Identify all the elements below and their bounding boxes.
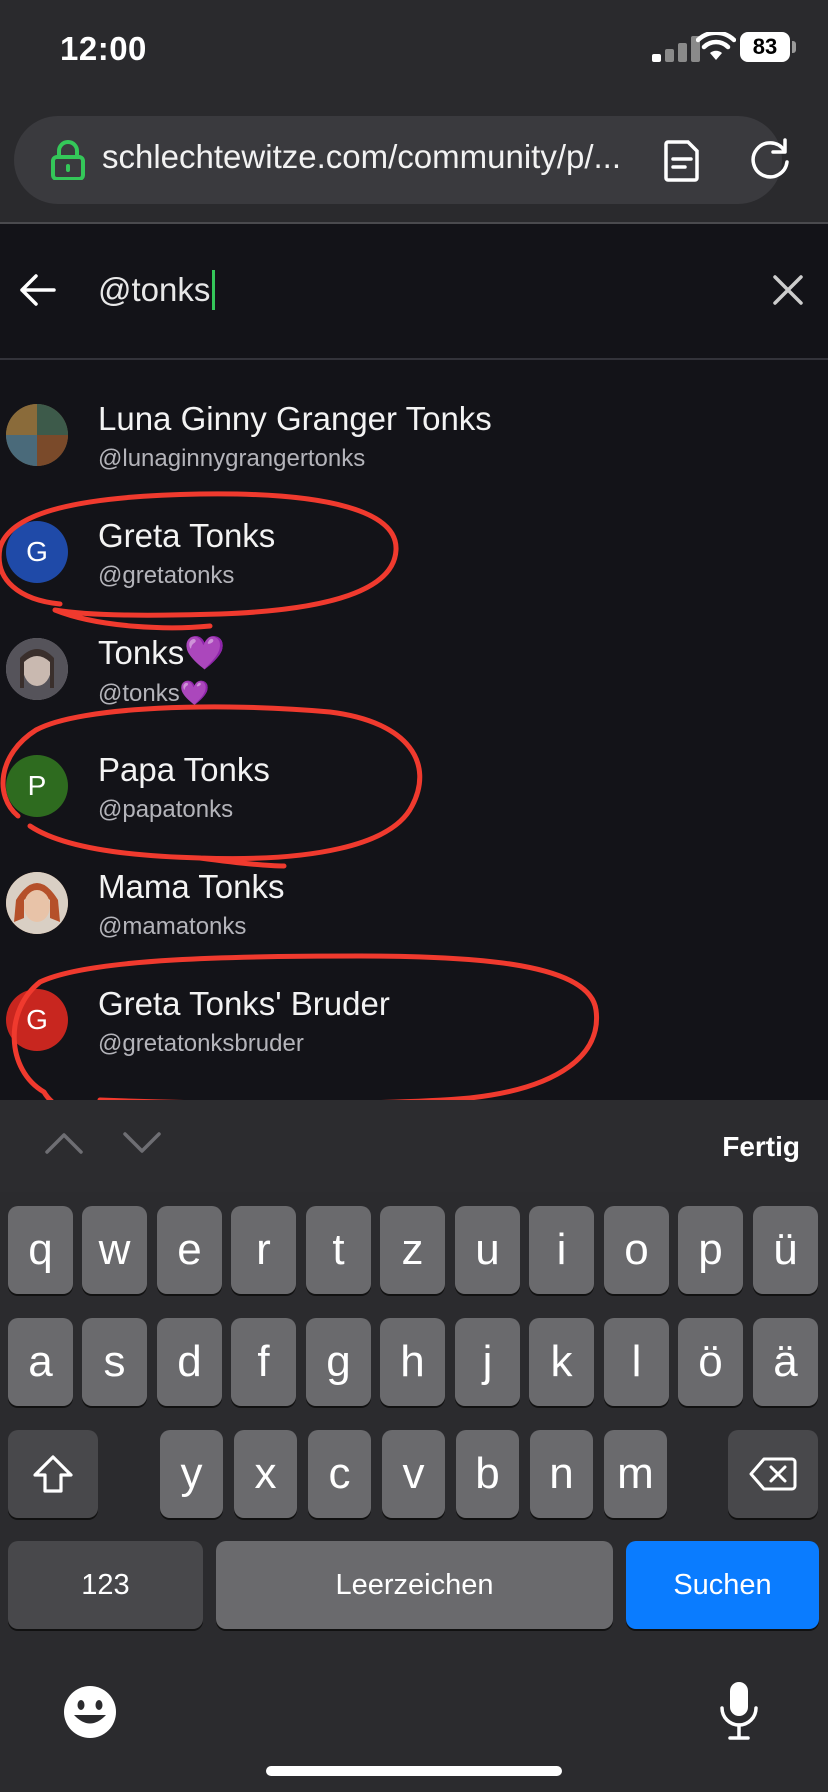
reload-icon[interactable]: [748, 138, 792, 182]
status-time: 12:00: [60, 30, 147, 67]
url-text[interactable]: schlechtewitze.com/community/p/...: [102, 138, 621, 176]
result-name: Mama Tonks: [98, 868, 285, 905]
shift-key[interactable]: [8, 1430, 98, 1518]
key[interactable]: t: [306, 1206, 371, 1294]
key[interactable]: m: [604, 1430, 667, 1518]
result-handle: @gretatonks: [98, 562, 235, 589]
key[interactable]: v: [382, 1430, 445, 1518]
avatar: [6, 404, 68, 466]
key[interactable]: q: [8, 1206, 73, 1294]
result-name: Greta Tonks' Bruder: [98, 985, 390, 1022]
result-handle: @lunaginnygrangertonks: [98, 445, 366, 472]
result-item[interactable]: P Papa Tonks @papatonks: [0, 731, 828, 848]
emoji-icon[interactable]: [62, 1684, 118, 1740]
result-handle: @papatonks: [98, 796, 234, 823]
reader-mode-icon[interactable]: [664, 140, 700, 182]
result-handle: @tonks💜: [98, 680, 210, 707]
key[interactable]: e: [157, 1206, 222, 1294]
key[interactable]: ü: [753, 1206, 818, 1294]
key[interactable]: y: [160, 1430, 223, 1518]
done-button[interactable]: Fertig: [690, 1126, 800, 1168]
result-item[interactable]: Mama Tonks @mamatonks: [0, 848, 828, 965]
lock-icon: [51, 140, 85, 180]
avatar: G: [6, 989, 68, 1051]
result-handle: @mamatonks: [98, 913, 247, 940]
space-key[interactable]: Leerzeichen: [216, 1541, 613, 1629]
battery-nub: [792, 41, 796, 53]
search-query: @tonks: [98, 271, 211, 308]
key[interactable]: n: [530, 1430, 593, 1518]
avatar: [6, 872, 68, 934]
search-input[interactable]: @tonks: [98, 270, 216, 310]
key[interactable]: o: [604, 1206, 669, 1294]
clear-icon[interactable]: [770, 272, 806, 308]
key[interactable]: ö: [678, 1318, 743, 1406]
key[interactable]: a: [8, 1318, 73, 1406]
key[interactable]: x: [234, 1430, 297, 1518]
battery-indicator: 83: [740, 32, 790, 62]
shift-icon: [33, 1455, 73, 1493]
key[interactable]: u: [455, 1206, 520, 1294]
result-item[interactable]: Luna Ginny Granger Tonks @lunaginnygrang…: [0, 380, 828, 497]
avatar: P: [6, 755, 68, 817]
backspace-key[interactable]: [728, 1430, 818, 1518]
chevron-up-icon[interactable]: [44, 1130, 84, 1156]
result-item[interactable]: Tonks💜 @tonks💜: [0, 614, 828, 731]
result-name: Luna Ginny Granger Tonks: [98, 400, 492, 437]
key[interactable]: w: [82, 1206, 147, 1294]
key[interactable]: j: [455, 1318, 520, 1406]
key[interactable]: c: [308, 1430, 371, 1518]
home-indicator: [266, 1766, 562, 1776]
key[interactable]: p: [678, 1206, 743, 1294]
key[interactable]: s: [82, 1318, 147, 1406]
key[interactable]: l: [604, 1318, 669, 1406]
avatar: G: [6, 521, 68, 583]
back-arrow-icon[interactable]: [18, 270, 58, 310]
key[interactable]: z: [380, 1206, 445, 1294]
result-name: Papa Tonks: [98, 751, 270, 788]
chevron-down-icon[interactable]: [122, 1130, 162, 1156]
key[interactable]: h: [380, 1318, 445, 1406]
key[interactable]: d: [157, 1318, 222, 1406]
key[interactable]: b: [456, 1430, 519, 1518]
microphone-icon[interactable]: [718, 1680, 760, 1742]
result-item[interactable]: G Greta Tonks' Bruder @gretatonksbruder: [0, 965, 828, 1082]
backspace-icon: [749, 1457, 797, 1491]
divider: [0, 358, 828, 360]
key[interactable]: i: [529, 1206, 594, 1294]
key[interactable]: g: [306, 1318, 371, 1406]
avatar: [6, 638, 68, 700]
wifi-icon: [696, 32, 736, 60]
result-item[interactable]: G Greta Tonks @gretatonks: [0, 497, 828, 614]
key[interactable]: r: [231, 1206, 296, 1294]
result-name: Tonks💜: [98, 634, 226, 671]
result-name: Greta Tonks: [98, 517, 276, 554]
key[interactable]: ä: [753, 1318, 818, 1406]
result-handle: @gretatonksbruder: [98, 1030, 304, 1057]
text-caret: [212, 270, 216, 310]
key[interactable]: f: [231, 1318, 296, 1406]
numbers-key[interactable]: 123: [8, 1541, 203, 1629]
search-key[interactable]: Suchen: [626, 1541, 819, 1629]
key[interactable]: k: [529, 1318, 594, 1406]
